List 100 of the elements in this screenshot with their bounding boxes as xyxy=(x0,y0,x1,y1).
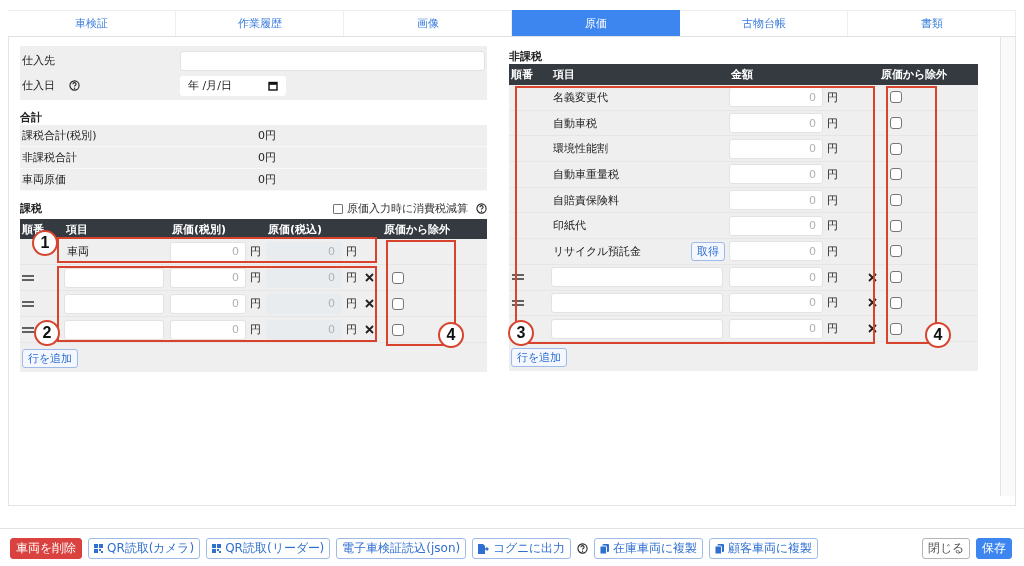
section-heading: 非課税 xyxy=(509,49,544,64)
remove-icon[interactable] xyxy=(868,298,878,308)
item-input[interactable] xyxy=(551,318,724,339)
unit-label: 円 xyxy=(346,244,357,259)
unit-label: 円 xyxy=(827,295,839,311)
unit-label: 円 xyxy=(827,166,839,182)
checkbox[interactable] xyxy=(333,203,344,214)
amount-input[interactable]: 0 xyxy=(729,318,824,339)
amount-input[interactable]: 0 xyxy=(729,292,824,313)
item-label: 自動車税 xyxy=(552,115,598,131)
action-button[interactable]: 車両を削除 xyxy=(10,538,82,559)
remove-icon[interactable] xyxy=(868,324,878,334)
amount-input[interactable]: 0 xyxy=(729,190,824,211)
unit-label: 円 xyxy=(250,244,261,259)
unit-label: 円 xyxy=(346,322,357,337)
remove-icon[interactable] xyxy=(365,273,374,282)
action-button[interactable]: 保存 xyxy=(976,538,1012,559)
item-label: 車両 xyxy=(66,245,89,258)
calendar-icon[interactable] xyxy=(268,80,278,91)
drag-handle-icon[interactable] xyxy=(22,326,34,333)
checkbox[interactable] xyxy=(890,296,903,309)
unit-label: 円 xyxy=(827,192,839,208)
price-input[interactable]: 0 xyxy=(170,319,246,340)
action-button[interactable]: QR読取(カメラ) xyxy=(88,538,201,559)
copy-icon xyxy=(715,543,725,554)
action-button[interactable]: 電子車検証読込(json) xyxy=(336,538,467,559)
checkbox[interactable] xyxy=(392,297,404,310)
unit-label: 円 xyxy=(827,243,839,259)
item-input[interactable] xyxy=(64,319,164,340)
add-row-button[interactable]: 行を追加 xyxy=(22,349,78,368)
item-label: 環境性能割 xyxy=(552,141,609,157)
total-label: 課税合計(税別) xyxy=(21,128,98,143)
unit-label: 円 xyxy=(827,89,839,105)
checkbox[interactable] xyxy=(890,168,903,181)
total-value: 0円 xyxy=(258,128,276,143)
drag-handle-icon[interactable] xyxy=(22,300,34,307)
checkbox[interactable] xyxy=(890,245,903,258)
amount-input[interactable]: 0 xyxy=(729,87,824,108)
tab[interactable]: 原価 xyxy=(512,10,680,36)
price-input[interactable]: 0 xyxy=(170,241,246,262)
item-input[interactable] xyxy=(551,267,724,288)
unit-label: 円 xyxy=(346,296,357,311)
section-heading: 課税 xyxy=(20,201,42,216)
total-label: 車両原価 xyxy=(21,172,67,187)
drag-handle-icon[interactable] xyxy=(512,274,525,281)
help-icon[interactable] xyxy=(69,80,80,91)
amount-input[interactable]: 0 xyxy=(729,215,824,236)
checkbox[interactable] xyxy=(890,271,903,284)
file-export-icon xyxy=(478,543,490,554)
checkbox[interactable] xyxy=(392,271,404,284)
input-field[interactable] xyxy=(180,50,486,71)
tab[interactable]: 書類 xyxy=(848,10,1016,36)
item-input[interactable] xyxy=(551,292,724,313)
drag-handle-icon[interactable] xyxy=(512,299,525,306)
amount-input[interactable]: 0 xyxy=(729,138,824,159)
help-icon[interactable] xyxy=(476,203,488,214)
checkbox[interactable] xyxy=(890,194,903,207)
unit-label: 円 xyxy=(827,115,839,131)
item-label: 名義変更代 xyxy=(552,89,609,105)
add-row-button[interactable]: 行を追加 xyxy=(511,347,568,367)
amount-input[interactable]: 0 xyxy=(729,267,824,288)
action-button[interactable]: 顧客車両に複製 xyxy=(709,538,819,559)
remove-icon[interactable] xyxy=(868,272,878,282)
action-button[interactable]: 閉じる xyxy=(922,538,970,559)
column-header: 項目 xyxy=(553,67,576,82)
action-button[interactable]: QR読取(リーダー) xyxy=(206,538,331,559)
column-header: 項目 xyxy=(66,222,88,236)
copy-icon xyxy=(600,543,610,554)
checkbox[interactable] xyxy=(890,322,903,335)
tab[interactable]: 車検証 xyxy=(8,10,176,36)
tab[interactable]: 古物台帳 xyxy=(680,10,848,36)
option-label: 原価入力時に消費税減算 xyxy=(347,201,469,216)
amount-input[interactable]: 0 xyxy=(729,241,824,262)
item-input[interactable] xyxy=(64,267,164,288)
scrollbar[interactable] xyxy=(1000,37,1015,496)
action-button[interactable]: 在庫車両に複製 xyxy=(594,538,704,559)
unit-label: 円 xyxy=(250,322,261,337)
checkbox[interactable] xyxy=(392,323,404,336)
action-button[interactable]: コグニに出力 xyxy=(472,538,572,559)
section-heading: 合計 xyxy=(20,110,43,125)
checkbox[interactable] xyxy=(890,91,903,104)
remove-icon[interactable] xyxy=(365,325,374,334)
help-icon[interactable] xyxy=(577,543,589,554)
item-label: リサイクル預託金 xyxy=(552,243,642,259)
checkbox[interactable] xyxy=(890,117,903,130)
amount-input[interactable]: 0 xyxy=(729,113,824,134)
item-input[interactable] xyxy=(64,293,164,314)
unit-label: 円 xyxy=(827,218,839,234)
amount-input[interactable]: 0 xyxy=(729,164,824,185)
field-label: 仕入先 xyxy=(22,53,55,68)
date-field[interactable]: 年 /月/日 xyxy=(180,75,286,96)
tab[interactable]: 作業履歴 xyxy=(176,10,344,36)
price-input[interactable]: 0 xyxy=(170,293,246,314)
item-label: 自賠責保険料 xyxy=(552,192,620,208)
fetch-button[interactable]: 取得 xyxy=(691,241,726,261)
price-input[interactable]: 0 xyxy=(170,267,246,288)
drag-handle-icon[interactable] xyxy=(22,274,34,281)
remove-icon[interactable] xyxy=(365,299,374,308)
checkbox[interactable] xyxy=(890,142,903,155)
checkbox[interactable] xyxy=(890,219,903,232)
